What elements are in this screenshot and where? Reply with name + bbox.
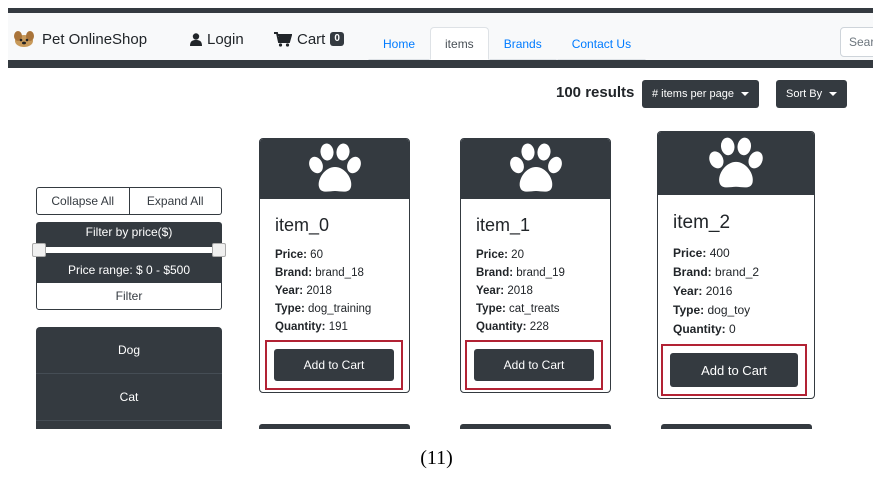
price-filter-title: Filter by price($) [36,222,222,242]
add-to-cart-highlight: Add to Cart [265,340,403,390]
category-item-cat[interactable]: Cat [36,374,222,421]
tab-contact-us[interactable]: Contact Us [556,27,647,60]
product-type: Type: dog_toy [673,303,751,317]
paw-icon [709,137,763,187]
navbar: Pet OnlineShop Login Cart 0 Home items B… [8,13,873,60]
product-quantity: Quantity: 191 [275,321,348,333]
paw-icon [509,143,562,192]
product-brand: Brand: brand_18 [275,267,364,279]
expand-all-button[interactable]: Expand All [129,187,222,215]
figure-caption: (11) [420,447,453,469]
cart-label: Cart [297,30,326,48]
slider-max-handle[interactable] [212,243,226,257]
product-price: Price: 20 [476,249,524,261]
brand-name: Pet OnlineShop [42,30,148,48]
cart-count-badge: 0 [330,32,344,46]
card-image [658,132,814,195]
product-price: Price: 400 [673,246,730,260]
product-quantity: Quantity: 228 [476,321,549,333]
card-image [461,139,610,199]
product-name: item_2 [673,212,731,233]
caret-down-icon [829,92,838,96]
product-card-partial [259,424,410,429]
dog-logo-icon [13,30,35,48]
product-year: Year: 2016 [673,284,733,298]
sort-by-dropdown[interactable]: Sort By [776,80,848,108]
sort-by-label: Sort By [786,88,823,100]
price-slider[interactable] [32,242,226,258]
product-year: Year: 2018 [476,285,533,297]
product-type: Type: dog_training [275,303,372,315]
product-card-partial [460,424,611,429]
login-label: Login [207,30,244,48]
tab-home[interactable]: Home [368,27,431,60]
slider-min-handle[interactable] [32,243,46,257]
tab-items[interactable]: items [430,27,489,60]
product-price: Price: 60 [275,249,323,261]
category-list: Dog Cat [36,327,222,429]
product-card-partial [661,424,812,429]
add-to-cart-highlight: Add to Cart [465,340,603,390]
product-brand: Brand: brand_2 [673,265,760,279]
nav-strip [8,60,873,68]
price-filter: Filter by price($) Price range: $ 0 - $5… [32,222,226,310]
tab-brands[interactable]: Brands [488,27,557,60]
login-link[interactable]: Login [190,26,244,52]
product-brand: Brand: brand_19 [476,267,565,279]
add-to-cart-button[interactable]: Add to Cart [670,353,798,387]
product-name: item_1 [476,215,531,235]
cart-icon [274,31,292,47]
add-to-cart-button[interactable]: Add to Cart [474,349,594,381]
paw-icon [308,143,361,192]
collapse-all-button[interactable]: Collapse All [36,187,130,215]
screenshot: Pet OnlineShop Login Cart 0 Home items B… [8,8,873,429]
caret-down-icon [740,92,749,96]
search-input[interactable]: Sear [840,27,873,57]
cart-link[interactable]: Cart 0 [274,26,344,52]
brand[interactable]: Pet OnlineShop [13,26,147,52]
product-quantity: Quantity: 0 [673,322,736,336]
slider-track[interactable] [36,247,222,253]
add-to-cart-button[interactable]: Add to Cart [274,349,394,381]
product-name: item_0 [275,215,330,235]
product-type: Type: cat_treats [476,303,560,315]
category-item-dog[interactable]: Dog [36,327,222,374]
add-to-cart-highlight: Add to Cart [661,344,807,396]
user-icon [190,32,202,46]
items-per-page-label: # items per page [652,88,734,100]
card-image [260,139,409,199]
results-count: 100 results [556,84,635,101]
collapse-expand-group: Collapse All Expand All [36,187,222,215]
items-per-page-dropdown[interactable]: # items per page [642,80,759,108]
product-year: Year: 2018 [275,285,332,297]
nav-tabs: Home items Brands Contact Us [368,27,647,60]
price-range-text: Price range: $ 0 - $500 [36,258,222,282]
filter-button[interactable]: Filter [36,282,222,310]
